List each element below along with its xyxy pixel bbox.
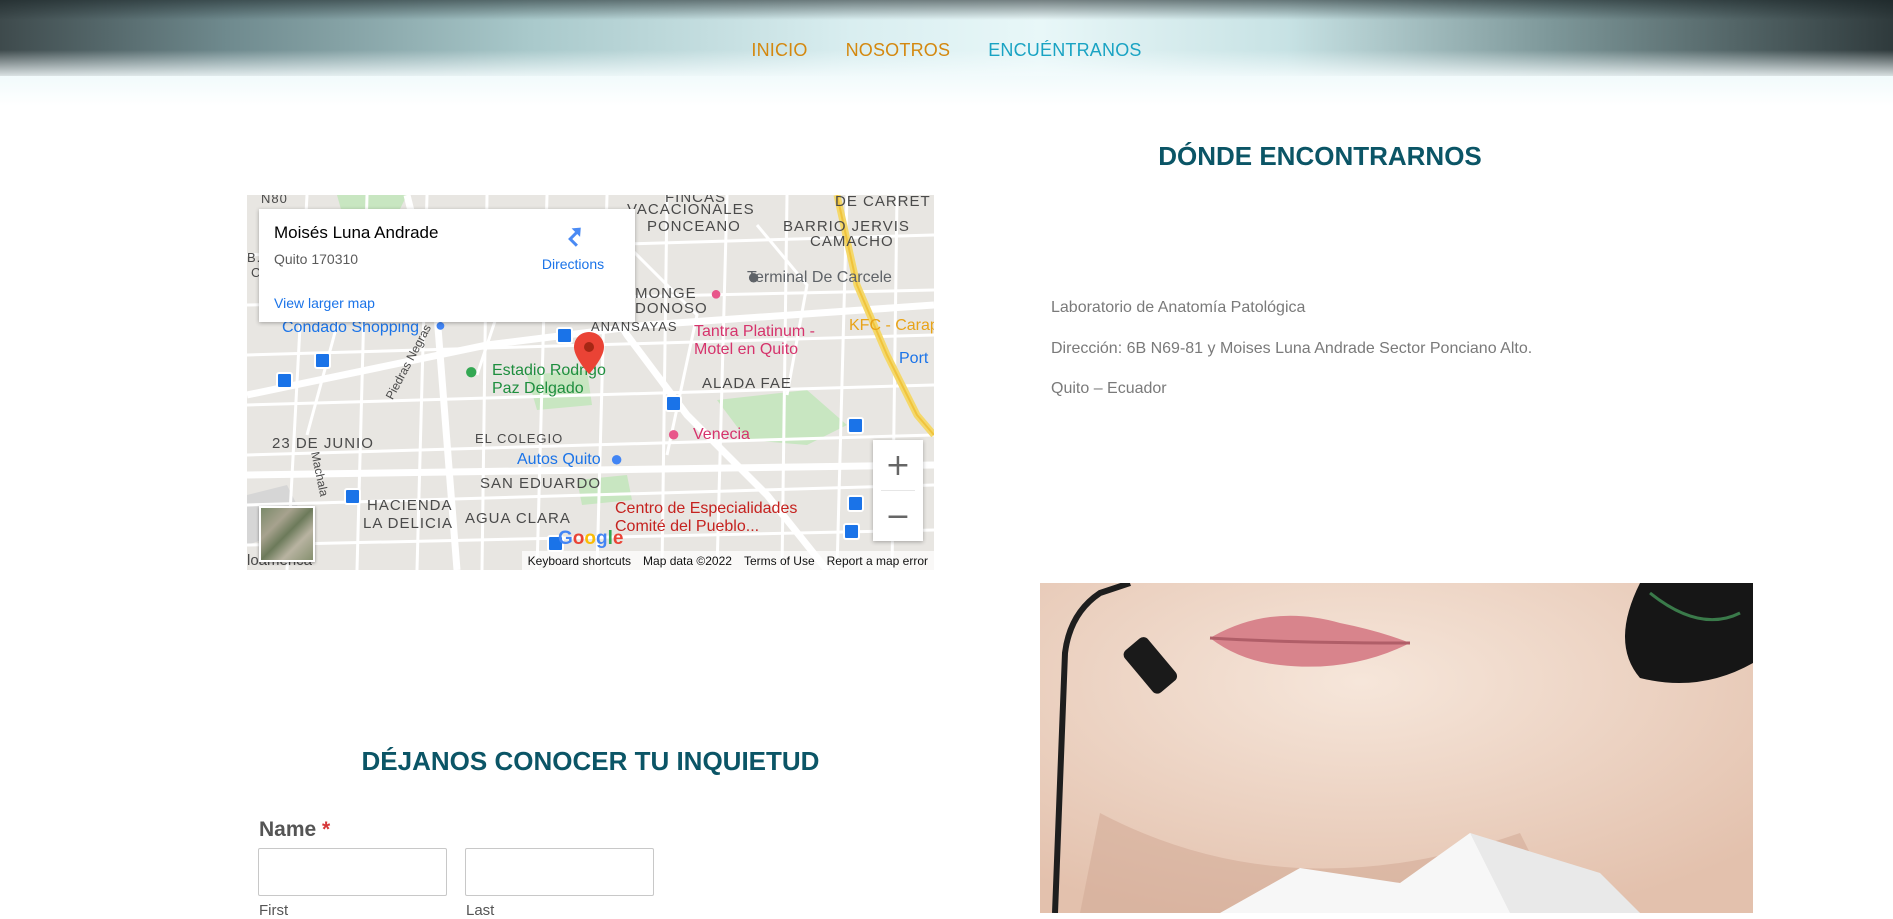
address-line: Dirección: 6B N69-81 y Moises Luna Andra… bbox=[1051, 340, 1533, 357]
poi-autos[interactable]: Autos Quito bbox=[517, 451, 601, 469]
map-label: CAMACHO bbox=[810, 233, 894, 250]
bus-stop-icon bbox=[314, 352, 331, 369]
bus-stop-icon bbox=[556, 327, 573, 344]
bus-stop-icon bbox=[344, 488, 361, 505]
first-name-sublabel: First bbox=[259, 902, 289, 919]
google-logo: Google bbox=[558, 528, 624, 549]
directions-label: Directions bbox=[541, 256, 605, 272]
map-label: AGUA CLARA bbox=[465, 510, 571, 527]
bus-stop-icon bbox=[847, 495, 864, 512]
hotel-icon: ● bbox=[710, 283, 723, 305]
last-name-input[interactable] bbox=[465, 848, 654, 896]
terms-link[interactable]: Terms of Use bbox=[744, 554, 815, 568]
map-label: VACACIONALES bbox=[627, 201, 755, 218]
poi-tantra-2: Motel en Quito bbox=[694, 341, 799, 358]
name-label: Name * bbox=[259, 818, 330, 842]
view-larger-map-link[interactable]: View larger map bbox=[274, 295, 375, 311]
address-line: Quito – Ecuador bbox=[1051, 380, 1167, 397]
last-name-sublabel: Last bbox=[466, 902, 495, 919]
bus-stop-icon bbox=[276, 372, 293, 389]
required-mark: * bbox=[322, 818, 331, 841]
report-error-link[interactable]: Report a map error bbox=[827, 554, 928, 568]
form-title: DÉJANOS CONOCER TU INQUIETUD bbox=[361, 746, 820, 776]
poi-kfc[interactable]: KFC - Carap bbox=[849, 317, 934, 335]
bus-stop-icon bbox=[665, 395, 682, 412]
map-footer: Keyboard shortcuts Map data ©2022 Terms … bbox=[247, 551, 934, 570]
map-label: EL COLEGIO bbox=[475, 431, 564, 446]
directions-button[interactable]: Directions bbox=[535, 221, 611, 272]
poi-venecia[interactable]: Venecia bbox=[693, 426, 750, 444]
map-label: SAN EDUARDO bbox=[480, 475, 602, 492]
operator-photo bbox=[1040, 583, 1753, 913]
bus-stop-icon bbox=[843, 523, 860, 540]
map-label: HACIENDA bbox=[367, 497, 453, 514]
poi-tantra[interactable]: Tantra Platinum - bbox=[694, 323, 815, 341]
map-label: LA DELICIA bbox=[363, 515, 454, 532]
map-label: 23 DE JUNIO bbox=[272, 435, 374, 452]
google-map[interactable]: N80 FINCAS VACACIONALES PONCEANO DE CARR… bbox=[247, 195, 934, 570]
map-info-card: Moisés Luna Andrade Quito 170310 View la… bbox=[259, 209, 635, 322]
zoom-out-button[interactable]: − bbox=[873, 491, 923, 541]
header-banner: INICIO NOSOTROS ENCUÉNTRANOS bbox=[0, 0, 1893, 76]
main-nav: INICIO NOSOTROS ENCUÉNTRANOS bbox=[0, 40, 1893, 61]
header-fade bbox=[0, 76, 1893, 106]
map-label: ALADA FAE bbox=[702, 375, 792, 392]
name-label-text: Name bbox=[259, 818, 317, 841]
location-marker-icon[interactable] bbox=[574, 332, 604, 374]
poi-centro-2: Comité del Pueblo... bbox=[615, 518, 760, 535]
poi-centro[interactable]: Centro de Especialidades bbox=[615, 500, 797, 518]
first-name-input[interactable] bbox=[258, 848, 447, 896]
place-title: Moisés Luna Andrade bbox=[274, 223, 439, 242]
address-line: Laboratorio de Anatomía Patológica bbox=[1051, 299, 1306, 316]
shopping-icon: ● bbox=[610, 446, 624, 471]
map-label: N80 bbox=[261, 195, 288, 206]
map-label: DE CARRET bbox=[835, 195, 931, 210]
where-title: DÓNDE ENCONTRARNOS bbox=[1158, 141, 1482, 171]
nav-item-inicio[interactable]: INICIO bbox=[751, 40, 807, 61]
hotel-icon: ● bbox=[667, 421, 681, 446]
bus-stop-icon bbox=[847, 417, 864, 434]
directions-icon bbox=[568, 227, 581, 247]
map-label: DONOSO bbox=[635, 300, 708, 317]
zoom-controls: + − bbox=[873, 440, 923, 541]
keyboard-shortcuts-link[interactable]: Keyboard shortcuts bbox=[528, 554, 631, 568]
map-data-text: Map data ©2022 bbox=[643, 553, 732, 568]
nav-item-encuentranos[interactable]: ENCUÉNTRANOS bbox=[988, 40, 1141, 61]
stadium-icon: ● bbox=[464, 358, 479, 385]
zoom-in-button[interactable]: + bbox=[873, 440, 923, 490]
nav-item-nosotros[interactable]: NOSOTROS bbox=[846, 40, 951, 61]
place-address: Quito 170310 bbox=[274, 251, 359, 267]
poi-porta[interactable]: Port bbox=[899, 350, 928, 368]
map-label: PONCEANO bbox=[647, 218, 741, 235]
poi-terminal[interactable]: Terminal De Carcele bbox=[747, 269, 892, 287]
pin-gray-icon: ● bbox=[747, 264, 761, 289]
poi-estadio-2: Paz Delgado bbox=[492, 380, 584, 397]
